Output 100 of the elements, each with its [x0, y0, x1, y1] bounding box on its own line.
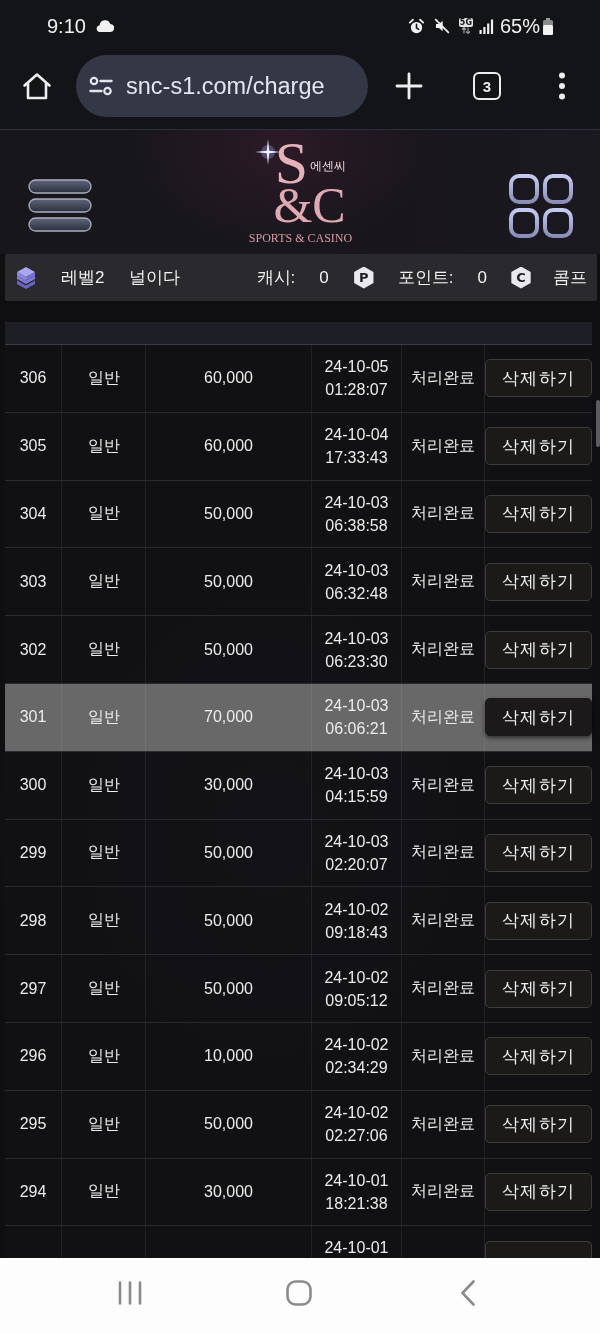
- row-number: 294: [19, 1182, 47, 1201]
- grid-menu-icon[interactable]: [509, 174, 573, 238]
- delete-button[interactable]: 삭제하기: [485, 1105, 592, 1144]
- row-number: 300: [19, 776, 47, 795]
- row-number: 299: [19, 843, 47, 862]
- delete-button[interactable]: 삭제하기: [485, 427, 592, 466]
- deposit-type: 일반: [87, 842, 120, 863]
- network-type-badge: 5G: [458, 18, 473, 27]
- charge-amount: 50,000: [204, 843, 253, 862]
- timestamp: 24-10-02 02:27:06: [324, 1103, 389, 1147]
- table-row[interactable]: 306 일반 60,000 24-10-05 01:28:07 처리완료 삭제하기: [5, 345, 592, 413]
- points-label: 포인트:: [397, 267, 454, 289]
- table-row[interactable]: 297 일반 50,000 24-10-02 09:05:12 처리완료 삭제하기: [5, 955, 592, 1023]
- timestamp: 24-10-02 09:18:43: [324, 899, 389, 943]
- delete-button[interactable]: 삭제하기: [485, 766, 592, 805]
- home-button-icon[interactable]: [286, 1280, 312, 1307]
- timestamp: 24-10-03 02:20:07: [324, 831, 389, 875]
- table-row[interactable]: 294 일반 30,000 24-10-01 18:21:38 처리완료 삭제하기: [5, 1158, 592, 1227]
- delete-button[interactable]: 삭제하기: [485, 1037, 592, 1076]
- table-row[interactable]: 305 일반 60,000 24-10-04 17:33:43 처리완료 삭제하기: [5, 412, 592, 481]
- points-badge: P: [352, 266, 375, 289]
- comp-label: 콤프: [553, 267, 587, 289]
- status-text: 처리완료: [411, 978, 475, 999]
- table-row[interactable]: 296 일반 10,000 24-10-02 02:34:29 처리완료 삭제하기: [5, 1022, 592, 1091]
- logo-letter: S: [274, 139, 309, 185]
- delete-button[interactable]: 삭제하기: [485, 630, 592, 669]
- points-value: 0: [477, 267, 487, 288]
- row-number: 301: [19, 708, 47, 727]
- mute-icon: [433, 18, 450, 34]
- delete-button[interactable]: 삭제하기: [485, 969, 592, 1008]
- status-text: 처리완료: [411, 367, 475, 388]
- delete-button[interactable]: 삭제하기: [485, 359, 592, 398]
- tab-switcher-button[interactable]: 3: [473, 72, 501, 100]
- url-text: snc-s1.com/charge: [126, 72, 325, 100]
- table-row[interactable]: 303 일반 50,000 24-10-03 06:32:48 처리완료 삭제하기: [5, 548, 592, 617]
- timestamp: 24-10-05 01:28:07: [324, 357, 389, 401]
- status-text: 처리완료: [411, 503, 475, 524]
- deposit-type: 일반: [87, 978, 120, 999]
- cash-label: 캐시:: [256, 267, 296, 289]
- logo-ampersand-letter: &C: [273, 185, 346, 225]
- timestamp: 24-10-03 06:32:48: [324, 560, 389, 604]
- data-arrows-icon: [460, 27, 471, 34]
- delete-button[interactable]: 삭제하기: [485, 495, 592, 533]
- delete-button[interactable]: 삭제하기: [485, 833, 592, 872]
- table-row[interactable]: 300 일반 30,000 24-10-03 04:15:59 처리완료 삭제하기: [5, 751, 592, 820]
- more-menu-icon[interactable]: [559, 72, 565, 100]
- username: 널이다: [129, 267, 181, 289]
- charge-amount: 60,000: [204, 437, 253, 456]
- timestamp: 24-10-03 06:38:58: [324, 493, 389, 536]
- address-bar[interactable]: snc-s1.com/charge: [76, 55, 368, 117]
- table-row[interactable]: 298 일반 50,000 24-10-02 09:18:43 처리완료 삭제하기: [5, 887, 592, 956]
- charge-amount: 50,000: [204, 640, 253, 659]
- deposit-type: 일반: [87, 639, 120, 660]
- status-text: 처리완료: [411, 639, 475, 660]
- table-row[interactable]: 299 일반 50,000 24-10-03 02:20:07 처리완료 삭제하기: [5, 819, 592, 888]
- table-row[interactable]: 295 일반 50,000 24-10-02 02:27:06 처리완료 삭제하기: [5, 1090, 592, 1159]
- charge-amount: 60,000: [204, 369, 253, 388]
- status-text: 처리완료: [411, 842, 475, 863]
- menu-icon[interactable]: [28, 179, 92, 233]
- home-icon[interactable]: [22, 72, 52, 100]
- charge-amount: 30,000: [204, 776, 253, 795]
- row-number: 302: [19, 640, 47, 659]
- deposit-type: 일반: [87, 367, 120, 388]
- status-text: 처리완료: [411, 435, 475, 456]
- layers-icon: [16, 265, 36, 290]
- site-settings-icon[interactable]: [89, 76, 113, 96]
- back-icon[interactable]: [461, 1280, 475, 1307]
- status-text: 처리완료: [411, 1181, 475, 1202]
- table-row[interactable]: 301 일반 70,000 24-10-03 06:06:21 처리완료 삭제하기: [5, 684, 592, 752]
- deposit-type: 일반: [87, 503, 120, 524]
- delete-button[interactable]: 삭제하기: [485, 1172, 592, 1211]
- charge-amount: 50,000: [204, 979, 253, 998]
- delete-button[interactable]: 삭제하기: [485, 562, 592, 601]
- table-row[interactable]: 304 일반 50,000 24-10-03 06:38:58 처리완료 삭제하기: [5, 480, 592, 549]
- logo-korean-text: 에센씨: [310, 159, 347, 173]
- status-text: 처리완료: [411, 910, 475, 931]
- status-text: 처리완료: [411, 706, 475, 727]
- row-number: 296: [19, 1047, 47, 1066]
- timestamp: 24-10-02 09:05:12: [324, 967, 389, 1011]
- table-row[interactable]: 302 일반 50,000 24-10-03 06:23:30 처리완료 삭제하기: [5, 616, 592, 684]
- row-number: 297: [19, 979, 47, 998]
- timestamp: 24-10-01: [324, 1237, 389, 1258]
- recent-apps-icon[interactable]: [118, 1281, 142, 1306]
- delete-button[interactable]: 삭제하기: [485, 901, 592, 940]
- status-text: 처리완료: [411, 1113, 475, 1134]
- scrollbar-thumb[interactable]: [596, 400, 600, 447]
- plus-icon[interactable]: [395, 72, 423, 100]
- row-number: 298: [19, 911, 47, 930]
- row-number: 305: [19, 437, 47, 456]
- delete-button[interactable]: 삭제하기: [485, 698, 592, 737]
- logo-tagline: SPORTS & CASINO: [248, 231, 353, 245]
- deposit-type: 일반: [87, 706, 120, 727]
- battery-percentage: 65%: [499, 14, 540, 38]
- deposit-type: 일반: [87, 435, 120, 456]
- charge-amount: 50,000: [204, 911, 253, 930]
- deposit-type: 일반: [87, 571, 120, 592]
- row-number: 303: [19, 572, 47, 591]
- status-text: 처리완료: [411, 1045, 475, 1066]
- deposit-type: 일반: [87, 1113, 120, 1134]
- row-number: 306: [19, 369, 47, 388]
